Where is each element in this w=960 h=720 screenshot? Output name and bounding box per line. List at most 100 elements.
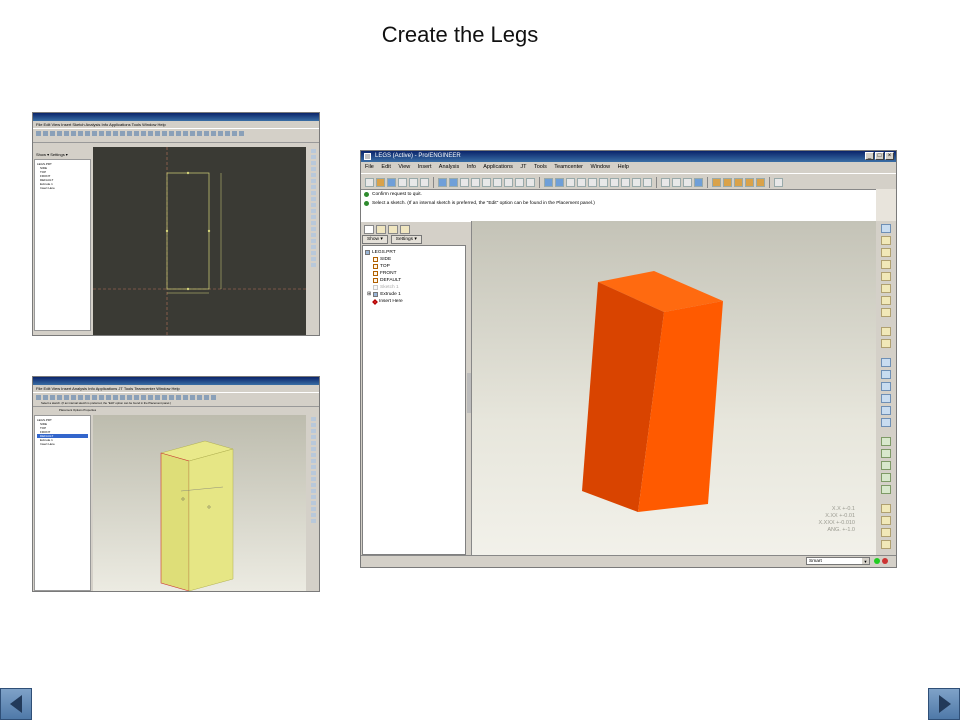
orient-mode-icon[interactable] bbox=[566, 177, 575, 187]
selection-filter-icon[interactable] bbox=[526, 177, 535, 187]
extrude-preview-canvas[interactable] bbox=[93, 415, 306, 591]
email-icon[interactable] bbox=[409, 177, 418, 187]
csys-display-icon[interactable] bbox=[745, 177, 754, 187]
tree-item-front[interactable]: FRONT bbox=[365, 270, 463, 277]
navigator-buttons: Show ▾ Settings ▾ bbox=[362, 235, 466, 244]
menu-teamcenter[interactable]: Teamcenter bbox=[554, 164, 583, 170]
new-file-icon[interactable] bbox=[365, 177, 374, 187]
datum-axes-icon[interactable] bbox=[723, 177, 732, 187]
view-manager-icon[interactable] bbox=[643, 177, 652, 187]
datum-plane-tool-icon[interactable] bbox=[881, 224, 891, 233]
open-file-icon[interactable] bbox=[376, 177, 385, 187]
previous-slide-button[interactable] bbox=[0, 688, 32, 720]
menu-applications[interactable]: Applications bbox=[483, 164, 513, 170]
expand-icon[interactable]: ⊞ bbox=[367, 291, 371, 298]
blend-tool-icon[interactable] bbox=[881, 394, 891, 403]
insert-tool-icon[interactable] bbox=[881, 327, 891, 336]
menu-file[interactable]: File bbox=[365, 164, 374, 170]
datum-sketch-tool-icon[interactable] bbox=[881, 260, 891, 269]
point-display-icon[interactable] bbox=[734, 177, 743, 187]
message-scrollbar[interactable] bbox=[876, 189, 896, 221]
redo-icon[interactable] bbox=[449, 177, 458, 187]
find-icon[interactable] bbox=[515, 177, 524, 187]
context-help-icon[interactable] bbox=[774, 177, 783, 187]
paste-special-icon[interactable] bbox=[493, 177, 502, 187]
no-hidden-icon[interactable] bbox=[683, 177, 692, 187]
menu-edit[interactable]: Edit bbox=[381, 164, 390, 170]
refit-icon[interactable] bbox=[599, 177, 608, 187]
zoom-out-icon[interactable] bbox=[588, 177, 597, 187]
shell-tool-icon[interactable] bbox=[881, 449, 891, 458]
next-slide-button[interactable] bbox=[928, 688, 960, 720]
pattern-tool-icon[interactable] bbox=[881, 504, 891, 513]
menu-analysis[interactable]: Analysis bbox=[439, 164, 459, 170]
cut-icon[interactable] bbox=[460, 177, 469, 187]
extrude-window-panels: Placement Options Properties bbox=[59, 408, 97, 412]
sketch-canvas[interactable] bbox=[93, 147, 306, 335]
email-link-icon[interactable] bbox=[420, 177, 429, 187]
shading-icon[interactable] bbox=[694, 177, 703, 187]
intersect-tool-icon[interactable] bbox=[881, 540, 891, 549]
extrude-tool-icon[interactable] bbox=[881, 358, 891, 367]
csys-tool-icon[interactable] bbox=[881, 284, 891, 293]
selection-filter-dropdown[interactable]: Smart ▼ bbox=[806, 557, 870, 565]
tree-item-sketch[interactable]: Sketch 1 bbox=[365, 284, 463, 291]
reorient-icon[interactable] bbox=[610, 177, 619, 187]
favorites-tab-icon[interactable] bbox=[388, 224, 398, 234]
tree-item-legs-prt[interactable]: LEGS.PRT bbox=[365, 249, 463, 256]
sketch-window-menubar: File Edit View Insert Sketch Analysis In… bbox=[36, 122, 166, 127]
style-tool-icon[interactable] bbox=[881, 418, 891, 427]
layers-icon[interactable] bbox=[632, 177, 641, 187]
menu-info[interactable]: Info bbox=[467, 164, 476, 170]
revolve-tool-icon[interactable] bbox=[881, 370, 891, 379]
show-dropdown[interactable]: Show ▾ bbox=[362, 235, 388, 244]
annotation-display-icon[interactable] bbox=[756, 177, 765, 187]
menu-help[interactable]: Help bbox=[618, 164, 629, 170]
draft-tool-icon[interactable] bbox=[881, 473, 891, 482]
spin-center-icon[interactable] bbox=[555, 177, 564, 187]
zoom-in-icon[interactable] bbox=[577, 177, 586, 187]
menu-view[interactable]: View bbox=[398, 164, 410, 170]
menu-insert[interactable]: Insert bbox=[418, 164, 432, 170]
analysis-tool-icon[interactable] bbox=[881, 296, 891, 305]
datum-planes-icon[interactable] bbox=[712, 177, 721, 187]
menu-window[interactable]: Window bbox=[591, 164, 611, 170]
close-button[interactable]: × bbox=[885, 152, 894, 160]
hole-tool-icon[interactable] bbox=[881, 437, 891, 446]
saved-views-icon[interactable] bbox=[621, 177, 630, 187]
folder-browser-tab-icon[interactable] bbox=[376, 224, 386, 234]
tree-item-side[interactable]: SIDE bbox=[365, 256, 463, 263]
copy-icon[interactable] bbox=[471, 177, 480, 187]
hidden-line-icon[interactable] bbox=[672, 177, 681, 187]
paste-icon[interactable] bbox=[482, 177, 491, 187]
tree-item-extrude[interactable]: ⊞ Extrude 1 bbox=[365, 291, 463, 298]
trim-tool-icon[interactable] bbox=[881, 516, 891, 525]
graphics-window[interactable]: X.X +-0.1 X.XX +-0.01 X.XXX +-0.010 ANG.… bbox=[471, 221, 877, 556]
print-icon[interactable] bbox=[398, 177, 407, 187]
tree-item-default[interactable]: DEFAULT bbox=[365, 277, 463, 284]
merge-tool-icon[interactable] bbox=[881, 528, 891, 537]
rib-tool-icon[interactable] bbox=[881, 461, 891, 470]
connections-tab-icon[interactable] bbox=[400, 224, 410, 234]
round-tool-icon[interactable] bbox=[881, 485, 891, 494]
datum-point-tool-icon[interactable] bbox=[881, 272, 891, 281]
wireframe-icon[interactable] bbox=[661, 177, 670, 187]
tree-item-top[interactable]: TOP bbox=[365, 263, 463, 270]
insert-tool-2-icon[interactable] bbox=[881, 339, 891, 348]
menu-jt[interactable]: JT bbox=[520, 164, 526, 170]
model-tree-tab-icon[interactable] bbox=[364, 224, 374, 234]
tree-item-insert-here[interactable]: Insert Here bbox=[365, 298, 463, 305]
datum-curve-tool-icon[interactable] bbox=[881, 248, 891, 257]
settings-dropdown[interactable]: Settings ▾ bbox=[390, 235, 422, 244]
variable-sweep-tool-icon[interactable] bbox=[881, 382, 891, 391]
minimize-button[interactable]: _ bbox=[865, 152, 874, 160]
save-icon[interactable] bbox=[387, 177, 396, 187]
mirror-tool-icon[interactable] bbox=[881, 308, 891, 317]
datum-axis-tool-icon[interactable] bbox=[881, 236, 891, 245]
maximize-button[interactable]: □ bbox=[875, 152, 884, 160]
regenerate-icon[interactable] bbox=[504, 177, 513, 187]
undo-icon[interactable] bbox=[438, 177, 447, 187]
menu-tools[interactable]: Tools bbox=[534, 164, 547, 170]
repaint-icon[interactable] bbox=[544, 177, 553, 187]
boundary-blend-tool-icon[interactable] bbox=[881, 406, 891, 415]
